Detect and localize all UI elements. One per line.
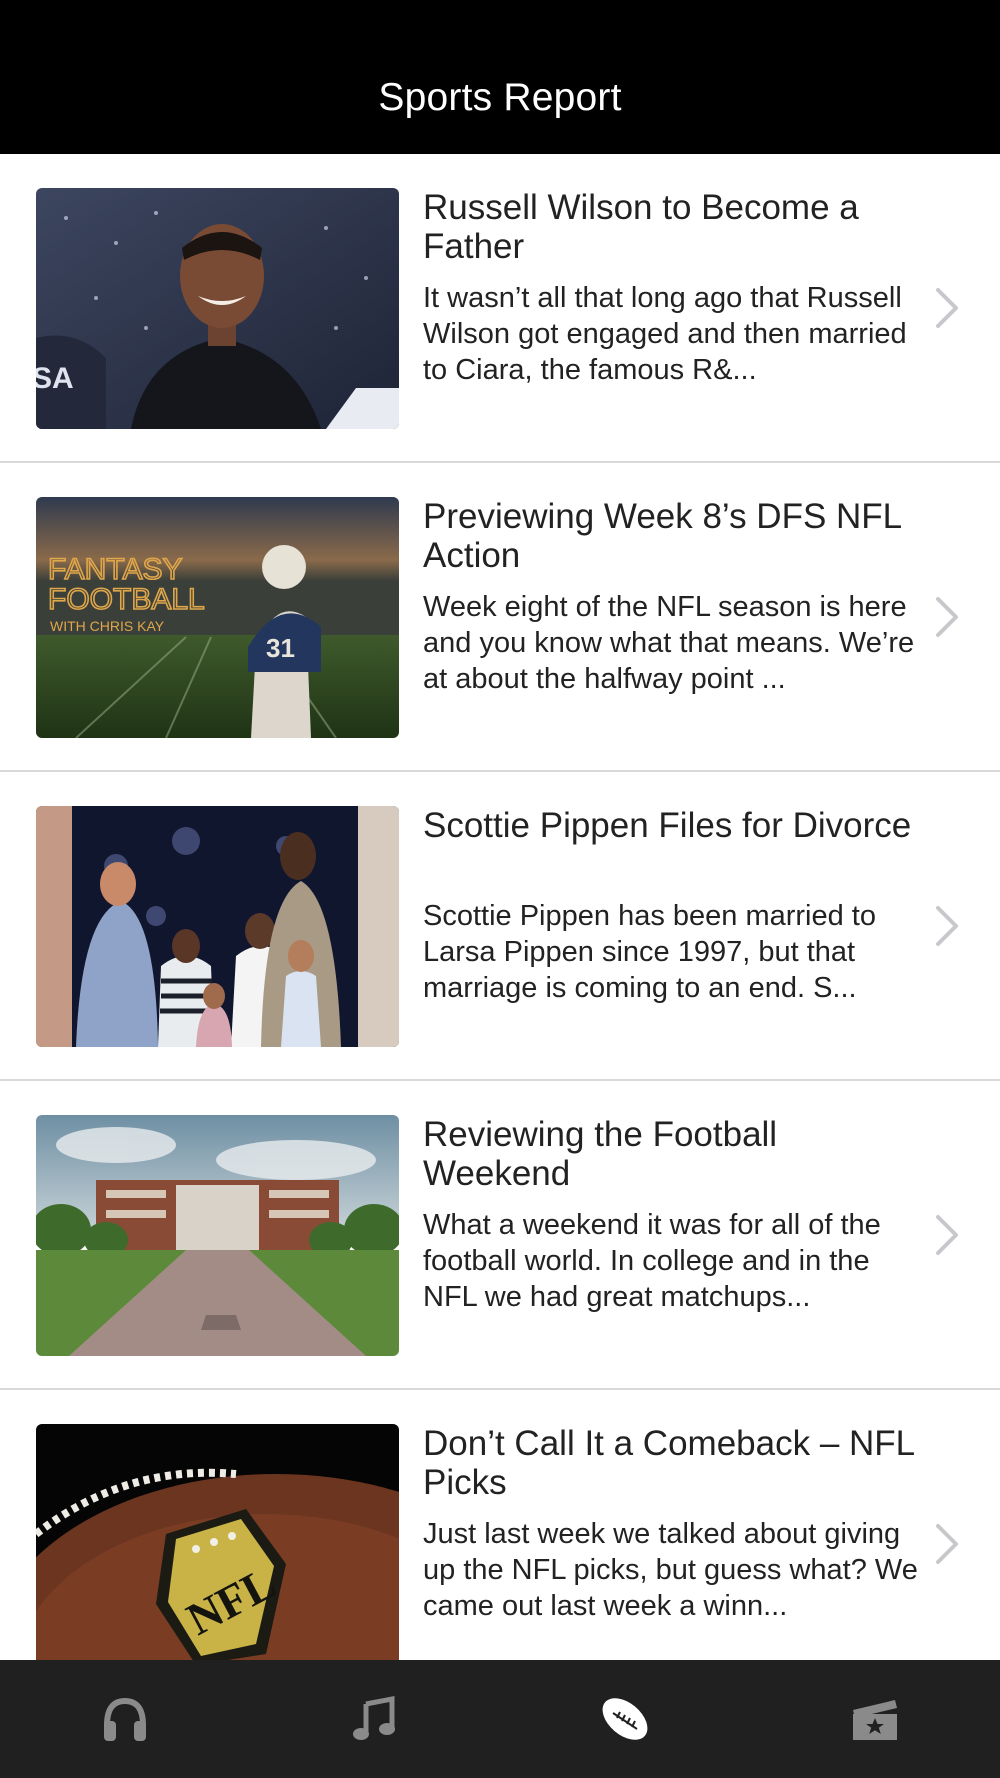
russell-wilson-photo: SA <box>36 188 399 429</box>
article-summary: What a weekend it was for all of the foo… <box>423 1209 881 1313</box>
tab-bar <box>0 1660 1000 1778</box>
chevron-right-icon <box>936 1524 958 1564</box>
svg-text:31: 31 <box>266 633 295 663</box>
ticket-star-icon <box>853 1700 897 1740</box>
article-summary: Scottie Pippen has been married to Larsa… <box>423 900 876 1004</box>
image-caption: FANTASY <box>48 553 182 586</box>
football-icon <box>602 1698 648 1740</box>
tab-music[interactable] <box>250 1660 500 1778</box>
chevron-right-icon <box>936 288 958 328</box>
article-title: Reviewing the Football Weekend <box>423 1115 778 1193</box>
article-summary: Just last week we talked about giving up… <box>423 1518 918 1622</box>
chevron-right-icon <box>936 1215 958 1255</box>
fantasy-football-photo: 31 FANTASY FOOTBALL WITH CHRIS KAY <box>36 497 399 738</box>
article-title: Don’t Call It a Comeback – NFL Picks <box>423 1424 914 1502</box>
article-row[interactable]: NFL Don’t Call It a Comeback – NFL Picks… <box>0 1390 1000 1699</box>
chevron-right-icon <box>936 906 958 946</box>
navigation-bar: Sports Report <box>0 0 1000 154</box>
image-caption: WITH CHRIS KAY <box>50 618 165 634</box>
nfl-football-photo: NFL <box>36 1424 399 1665</box>
tab-football[interactable] <box>500 1660 750 1778</box>
article-title: Previewing Week 8’s DFS NFL Action <box>423 497 901 575</box>
article-title: Russell Wilson to Become a Father <box>423 188 859 266</box>
page-title: Sports Report <box>378 76 622 119</box>
stadium-photo <box>36 1115 399 1356</box>
article-row[interactable]: SA Russell Wilson to Become a Father It … <box>0 154 1000 463</box>
article-title: Scottie Pippen Files for Divorce <box>423 806 912 845</box>
article-row[interactable]: Reviewing the Football Weekend What a we… <box>0 1081 1000 1390</box>
article-row[interactable]: Scottie Pippen Files for Divorce Scottie… <box>0 772 1000 1081</box>
image-caption: FOOTBALL <box>48 583 205 616</box>
chevron-right-icon <box>936 597 958 637</box>
article-row[interactable]: 31 FANTASY FOOTBALL WITH CHRIS KAY Previ… <box>0 463 1000 772</box>
app-screen: Sports Report SA Russell Wilson to Becom… <box>0 0 1000 1778</box>
tab-tickets[interactable] <box>750 1660 1000 1778</box>
svg-text:SA: SA <box>36 362 74 395</box>
music-note-icon <box>353 1696 395 1740</box>
article-summary: Week eight of the NFL season is here and… <box>423 591 915 695</box>
article-summary: It wasn’t all that long ago that Russell… <box>423 282 907 386</box>
tab-headphones[interactable] <box>0 1660 250 1778</box>
pippen-family-photo <box>36 806 399 1047</box>
headphones-icon <box>104 1697 146 1741</box>
article-list[interactable]: SA Russell Wilson to Become a Father It … <box>0 154 1000 1699</box>
